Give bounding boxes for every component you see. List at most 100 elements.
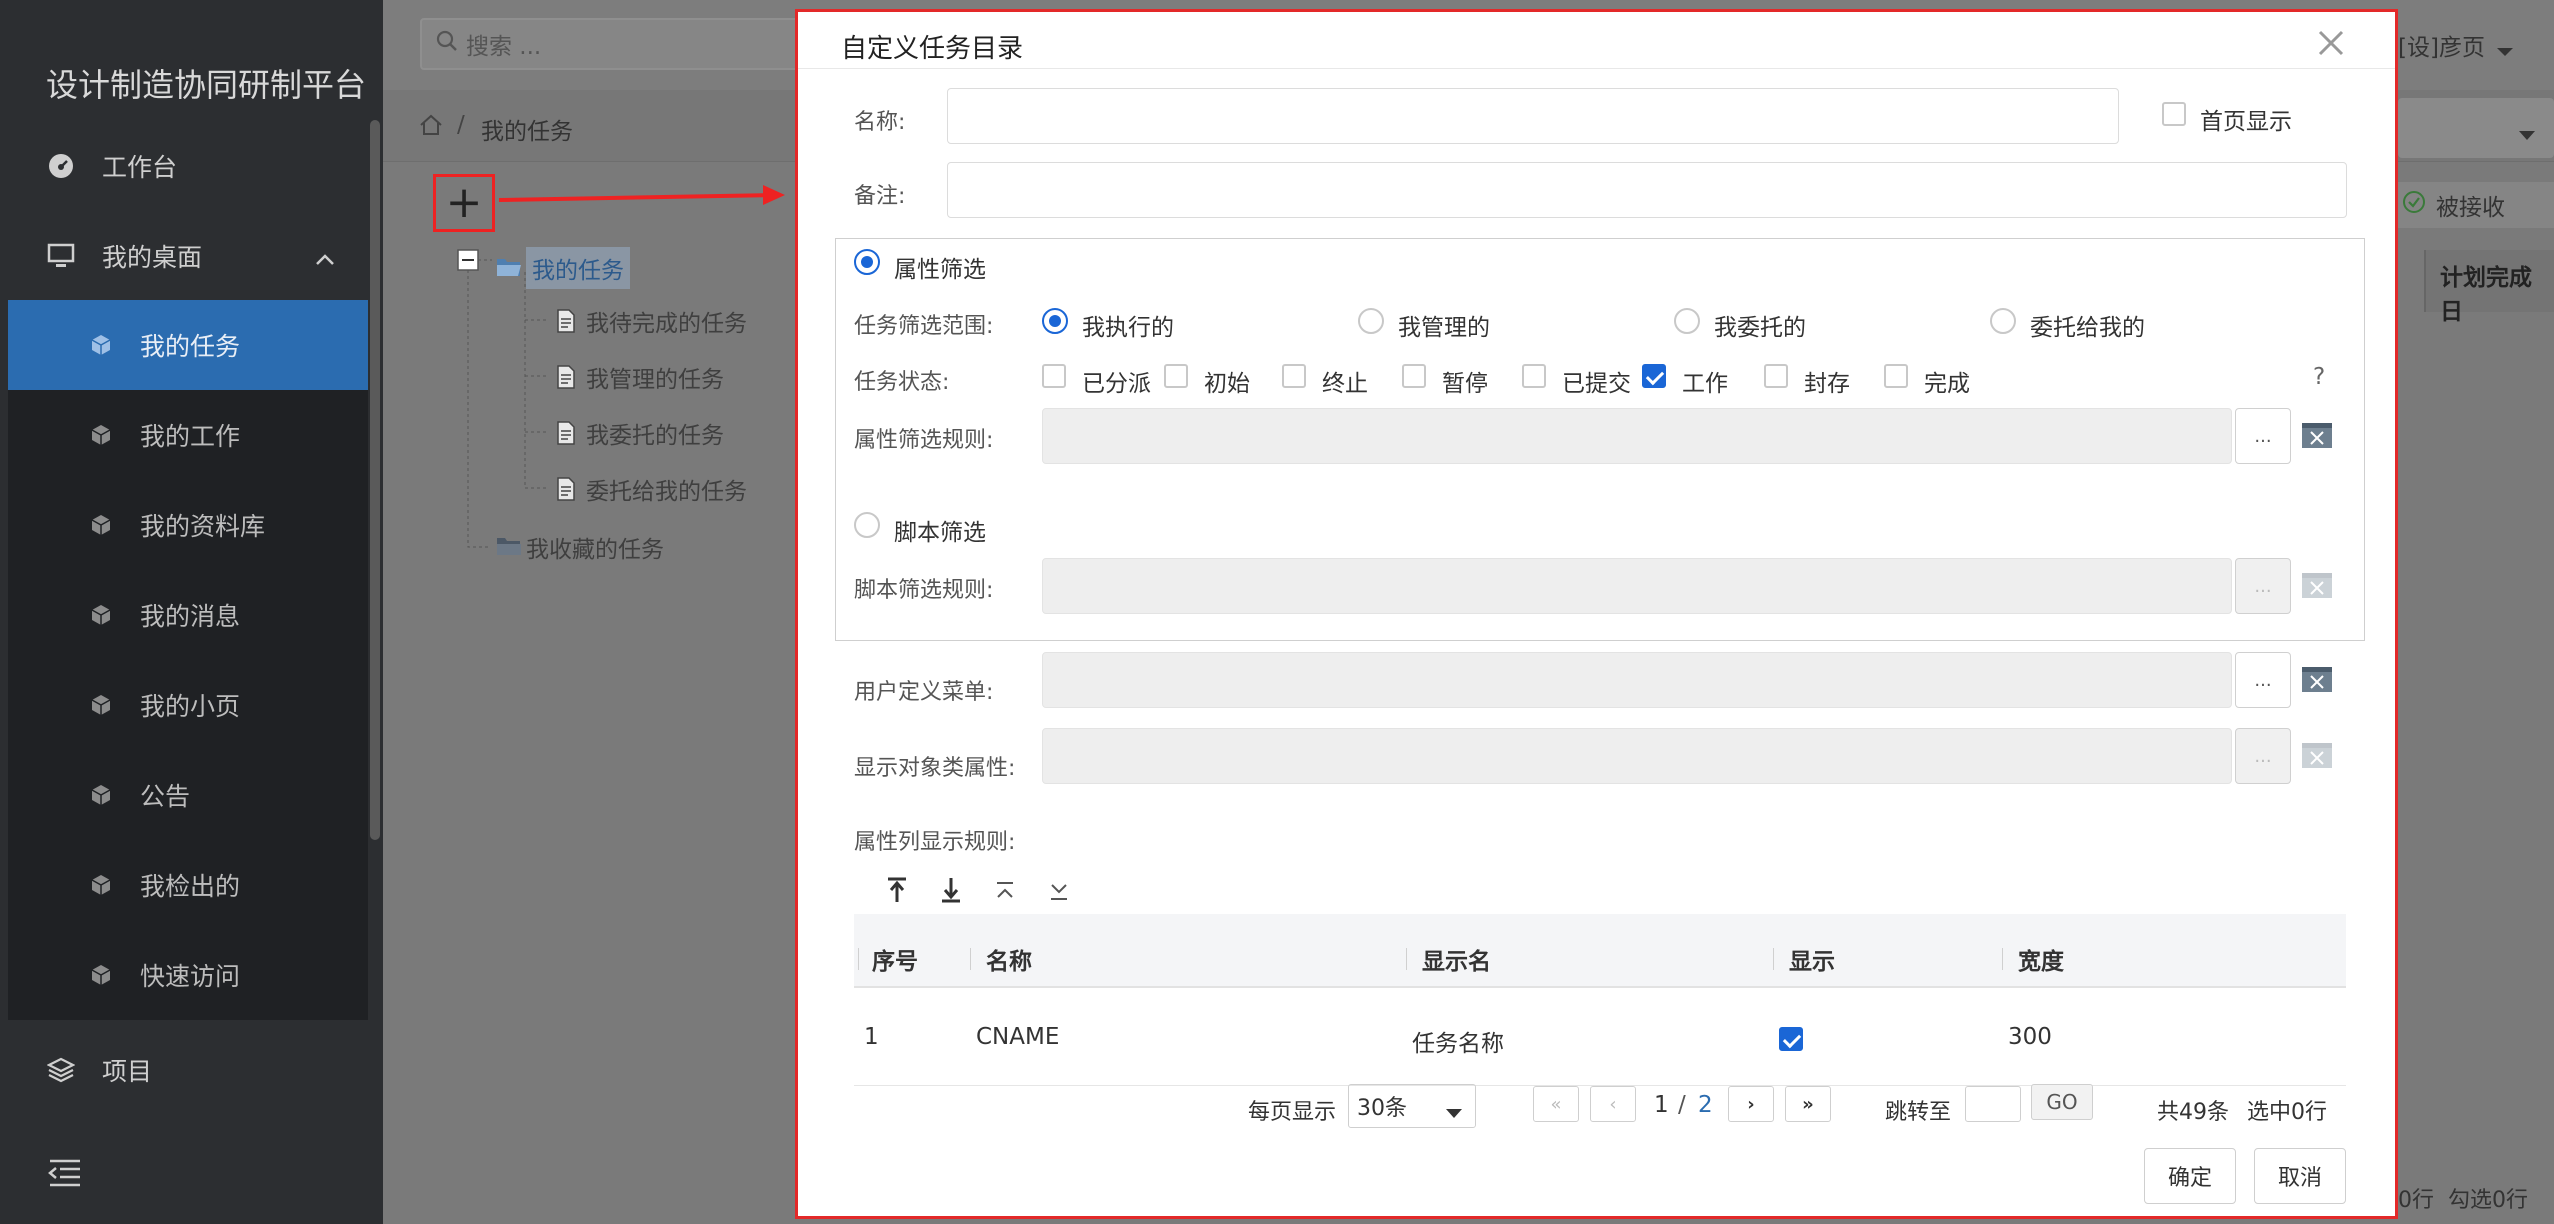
home-display-checkbox[interactable] [2162,102,2186,126]
move-down-icon[interactable] [1048,880,1070,908]
sidebar-item-label: 我的工作 [140,422,241,451]
column-header-display-name[interactable]: 显示名 [1422,942,1491,976]
column-header-name[interactable]: 名称 [986,942,1032,976]
sidebar-item-workbench[interactable]: 工作台 [8,126,368,206]
chevron-up-icon[interactable] [314,244,336,273]
tree-node-child[interactable]: 我管理的任务 [556,360,724,394]
sidebar-item-0[interactable]: 我的任务 [8,300,368,390]
breadcrumb-current[interactable]: 我的任务 [481,112,573,146]
folder-icon [496,535,521,559]
next-page-button[interactable]: › [1728,1086,1774,1122]
tree-node-child[interactable]: 我待完成的任务 [556,304,747,338]
move-top-icon[interactable] [886,876,908,910]
clear-field-icon [2301,742,2333,776]
add-button[interactable]: + [433,174,495,232]
user-menu[interactable]: [设]彦页 [2398,28,2485,62]
sidebar-item-label: 我检出的 [140,872,241,901]
sidebar-item-2[interactable]: 我的资料库 [8,480,368,570]
sidebar-item-3[interactable]: 我的消息 [8,570,368,660]
tree-label: 我委托的任务 [586,423,724,449]
caret-down-icon[interactable] [2495,38,2515,64]
column-header-planned-finish[interactable]: 计划完成日 [2440,258,2554,326]
cancel-button[interactable]: 取消 [2254,1148,2346,1204]
annotation-arrow [498,185,785,205]
script-filter-radio[interactable] [854,512,880,538]
sidebar-item-label: 我的桌面 [102,243,203,272]
custom-task-directory-dialog: 自定义任务目录 名称: 首页显示 备注: 属性筛选 任务筛选范围: 我执行的 我管… [795,9,2398,1219]
caret-down-icon [1445,1101,1463,1126]
sidebar-item-label: 项目 [102,1057,153,1086]
folder-open-icon [496,256,521,280]
search-input[interactable]: 搜索 ... [420,18,820,70]
last-page-button[interactable]: » [1785,1086,1831,1122]
jump-page-input[interactable] [1965,1086,2021,1122]
received-label: 被接收 [2436,195,2505,221]
tree-node-child[interactable]: 我委托的任务 [556,416,724,450]
script-filter-label: 脚本筛选 [894,520,986,546]
status-checkbox-2[interactable] [1282,364,1306,388]
app-title: 设计制造协同研制平台 [46,66,367,104]
attr-filter-radio[interactable] [854,249,880,275]
clear-field-icon[interactable] [2301,666,2333,700]
clear-field-icon[interactable] [2301,422,2333,456]
document-icon [556,365,578,389]
cell-show-checkbox[interactable] [1779,1027,1803,1051]
status-checkbox-5[interactable] [1642,364,1666,388]
per-page-select[interactable]: 30条 [1348,1084,1476,1128]
status-label-4: 已提交 [1562,371,1631,397]
total-pages: 2 [1698,1092,1713,1118]
sidebar-item-6[interactable]: 我检出的 [8,840,368,930]
status-checkbox-1[interactable] [1164,364,1188,388]
first-page-button[interactable]: « [1533,1086,1579,1122]
tree-node-my-tasks[interactable]: 我的任务 [496,247,630,289]
close-icon[interactable] [2316,28,2346,64]
sidebar-item-1[interactable]: 我的工作 [8,390,368,480]
scope-radio-0[interactable] [1042,308,1068,334]
sidebar-item-desktop[interactable]: 我的桌面 [8,216,368,296]
column-header-width[interactable]: 宽度 [2018,942,2064,976]
status-checkbox-3[interactable] [1402,364,1426,388]
go-button[interactable]: GO [2031,1084,2093,1120]
sidebar-item-project[interactable]: 项目 [8,1030,368,1110]
tree-node-favorites[interactable]: 我收藏的任务 [496,530,664,564]
help-icon[interactable]: ? [2313,364,2325,390]
sidebar: 设计制造协同研制平台 工作台 我的桌面 我的任务我的工作我的资料库 我的消息 我的小… [0,0,383,1224]
home-icon[interactable] [419,114,443,142]
received-tab[interactable]: 被接收 [2398,182,2554,228]
scope-radio-1[interactable] [1358,308,1384,334]
status-label: 任务状态: [854,370,950,395]
user-menu-browse-button[interactable]: ... [2235,652,2291,708]
status-checkbox-7[interactable] [1884,364,1908,388]
tree-label: 我管理的任务 [586,367,724,393]
status-label-1: 初始 [1204,371,1250,397]
move-bottom-icon[interactable] [940,876,962,910]
prev-page-button[interactable]: ‹ [1590,1086,1636,1122]
status-checkbox-6[interactable] [1764,364,1788,388]
scope-radio-3[interactable] [1990,308,2016,334]
scope-radio-2[interactable] [1674,308,1700,334]
status-checkbox-4[interactable] [1522,364,1546,388]
attr-rule-input[interactable] [1042,408,2232,464]
move-up-icon[interactable] [994,880,1016,908]
ok-button[interactable]: 确定 [2144,1148,2236,1204]
table-row[interactable] [854,990,2346,1086]
attr-rule-browse-button[interactable]: ... [2235,408,2291,464]
cell-width: 300 [2008,1024,2052,1050]
remark-input[interactable] [947,162,2347,218]
status-checkbox-0[interactable] [1042,364,1066,388]
caret-down-icon[interactable] [2518,122,2536,148]
selected-count: 选中0行 [2247,1100,2327,1125]
column-header-index[interactable]: 序号 [872,942,918,976]
sidebar-item-4[interactable]: 我的小页 [8,660,368,750]
sidebar-item-7[interactable]: 快速访问 [8,930,368,1020]
user-menu-input[interactable] [1042,652,2232,708]
column-header-show[interactable]: 显示 [1789,942,1835,976]
collapse-menu-icon[interactable] [48,1158,82,1194]
column-rule-label: 属性列显示规则: [854,830,1016,855]
tree-node-child[interactable]: 委托给我的任务 [556,472,747,506]
search-placeholder: 搜索 ... [466,34,542,60]
layers-icon [46,1055,76,1085]
name-input[interactable] [947,88,2119,144]
sidebar-scrollbar[interactable] [370,120,380,840]
sidebar-item-5[interactable]: 公告 [8,750,368,840]
